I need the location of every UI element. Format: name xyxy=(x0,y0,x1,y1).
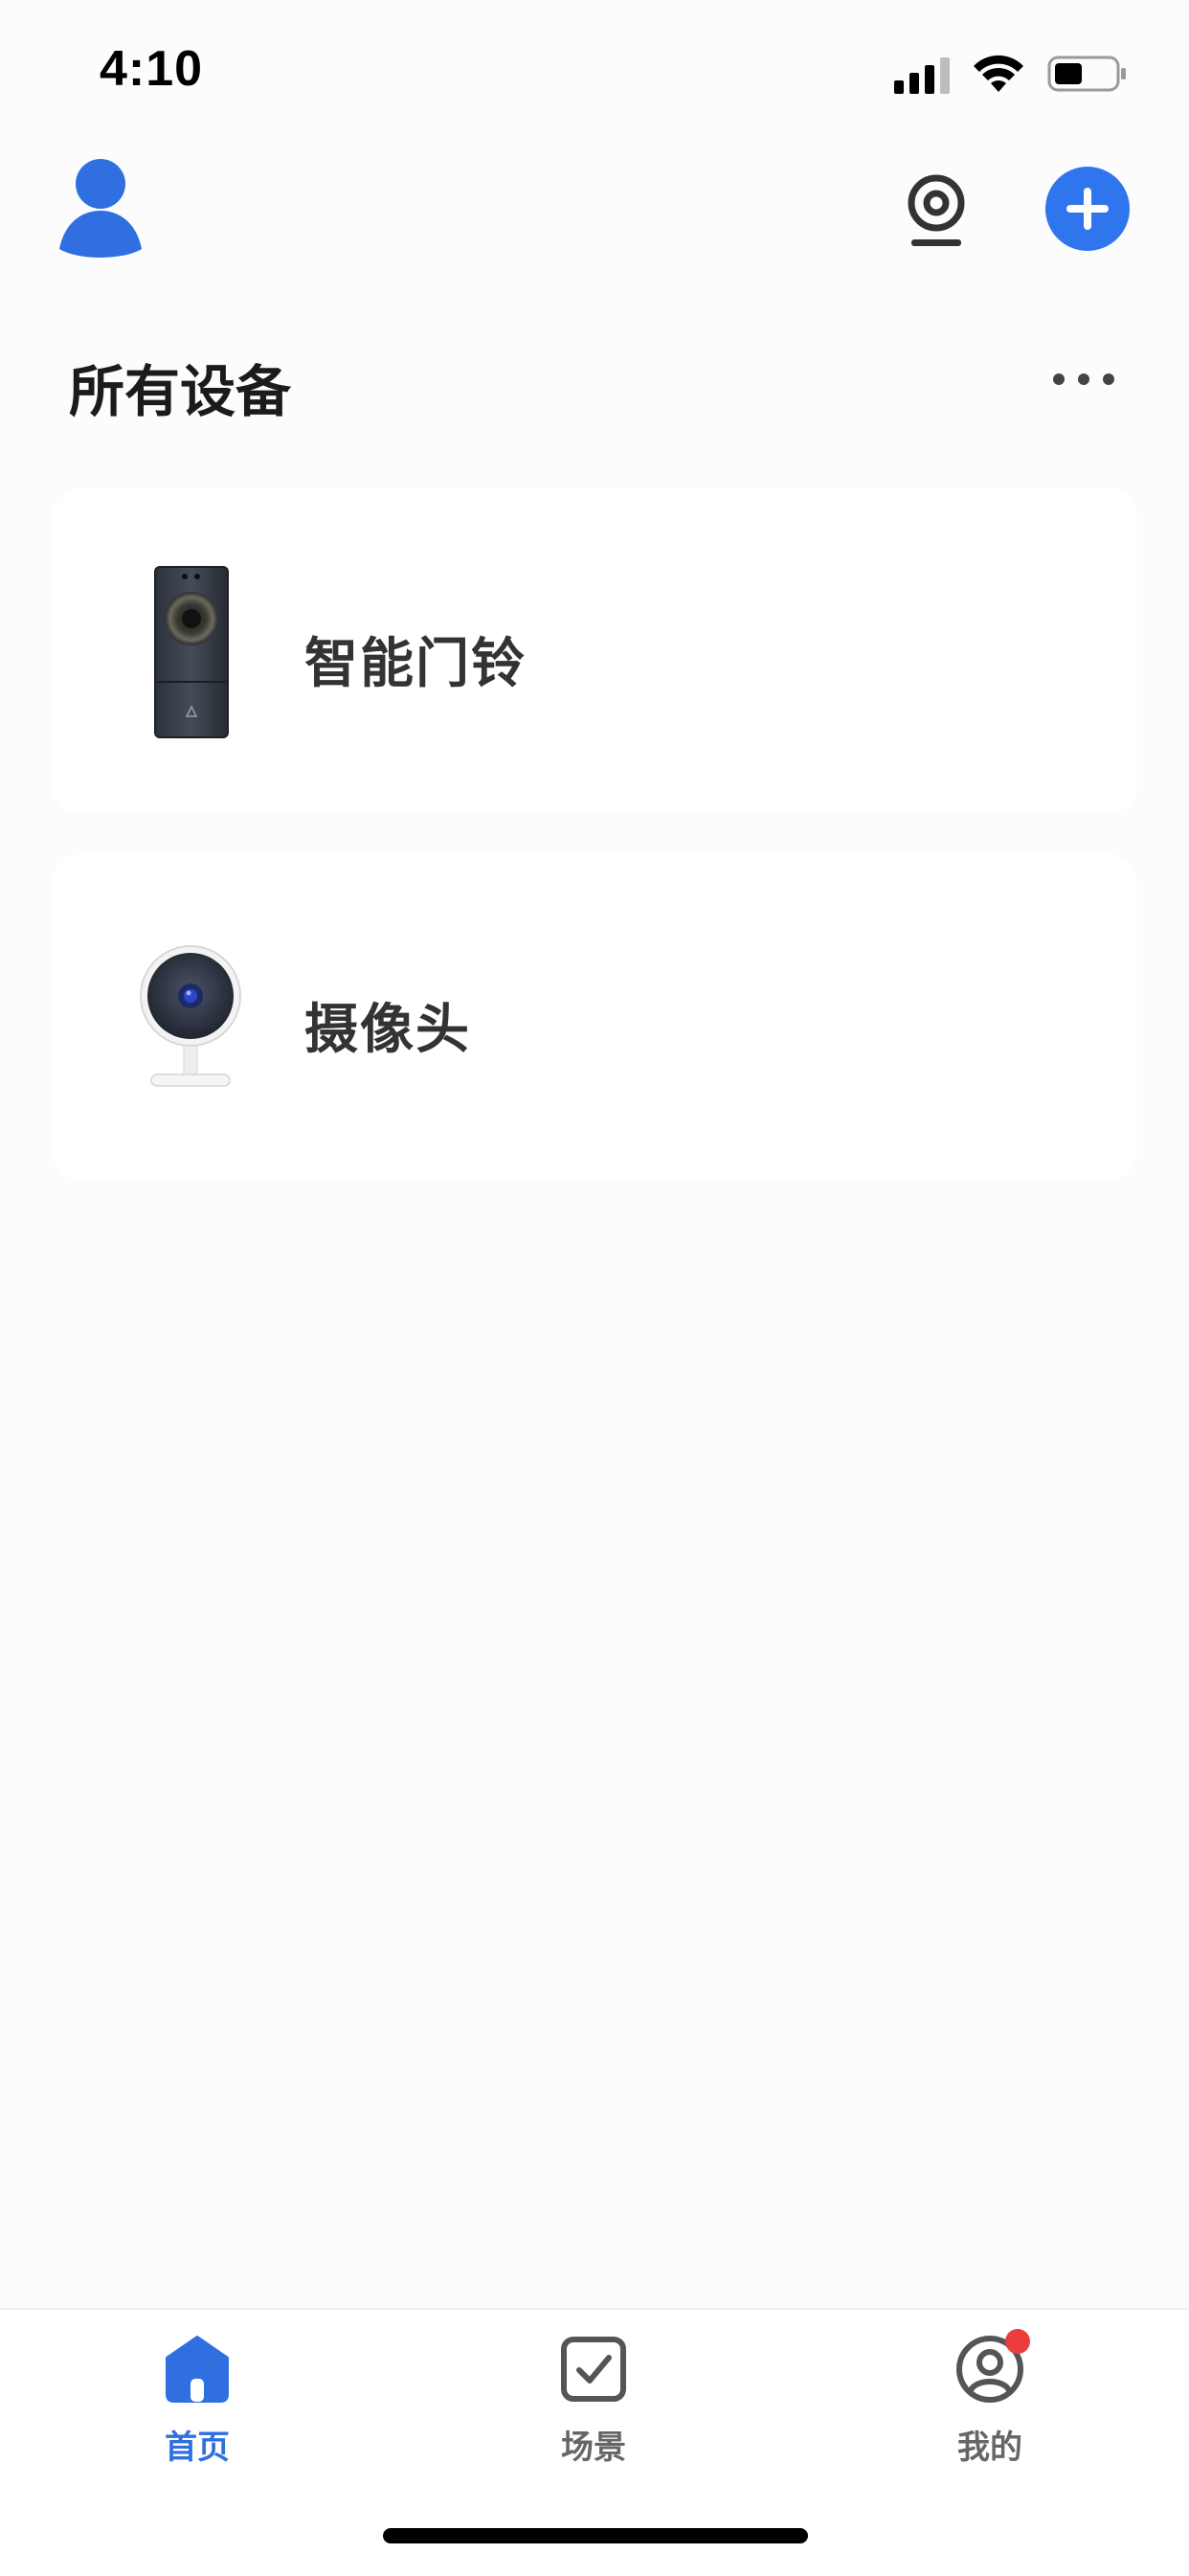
user-avatar-icon[interactable] xyxy=(56,155,146,260)
tab-mine-label: 我的 xyxy=(957,2429,1022,2467)
device-card-doorbell[interactable]: 智能门铃 xyxy=(52,488,1137,814)
status-icons xyxy=(894,50,1143,98)
plus-icon xyxy=(1066,188,1109,230)
device-name: 摄像头 xyxy=(304,999,471,1061)
tab-home-label: 首页 xyxy=(165,2429,230,2467)
device-name: 智能门铃 xyxy=(304,633,527,695)
checkbox-icon xyxy=(559,2335,628,2404)
tab-home[interactable]: 首页 xyxy=(101,2335,293,2488)
cellular-signal-icon xyxy=(894,57,950,94)
page-title: 所有设备 xyxy=(69,359,292,424)
camera-device-icon xyxy=(136,944,245,1097)
tab-scenes-label: 场景 xyxy=(561,2429,626,2467)
add-device-button[interactable] xyxy=(1045,167,1130,251)
tab-mine[interactable]: 我的 xyxy=(894,2329,1086,2488)
device-card-camera[interactable]: 摄像头 xyxy=(52,854,1137,1180)
status-time: 4:10 xyxy=(100,41,204,97)
top-header xyxy=(0,144,1189,335)
notification-dot xyxy=(1005,2329,1030,2354)
home-icon xyxy=(163,2335,232,2404)
doorbell-device-icon xyxy=(153,565,230,739)
ellipsis-icon[interactable] xyxy=(1051,362,1116,396)
home-indicator xyxy=(383,2528,808,2543)
battery-icon xyxy=(1047,56,1126,92)
camera-icon[interactable] xyxy=(898,169,975,251)
tab-scenes[interactable]: 场景 xyxy=(498,2335,689,2488)
wifi-icon xyxy=(974,55,1023,92)
status-bar: 4:10 xyxy=(0,0,1189,144)
